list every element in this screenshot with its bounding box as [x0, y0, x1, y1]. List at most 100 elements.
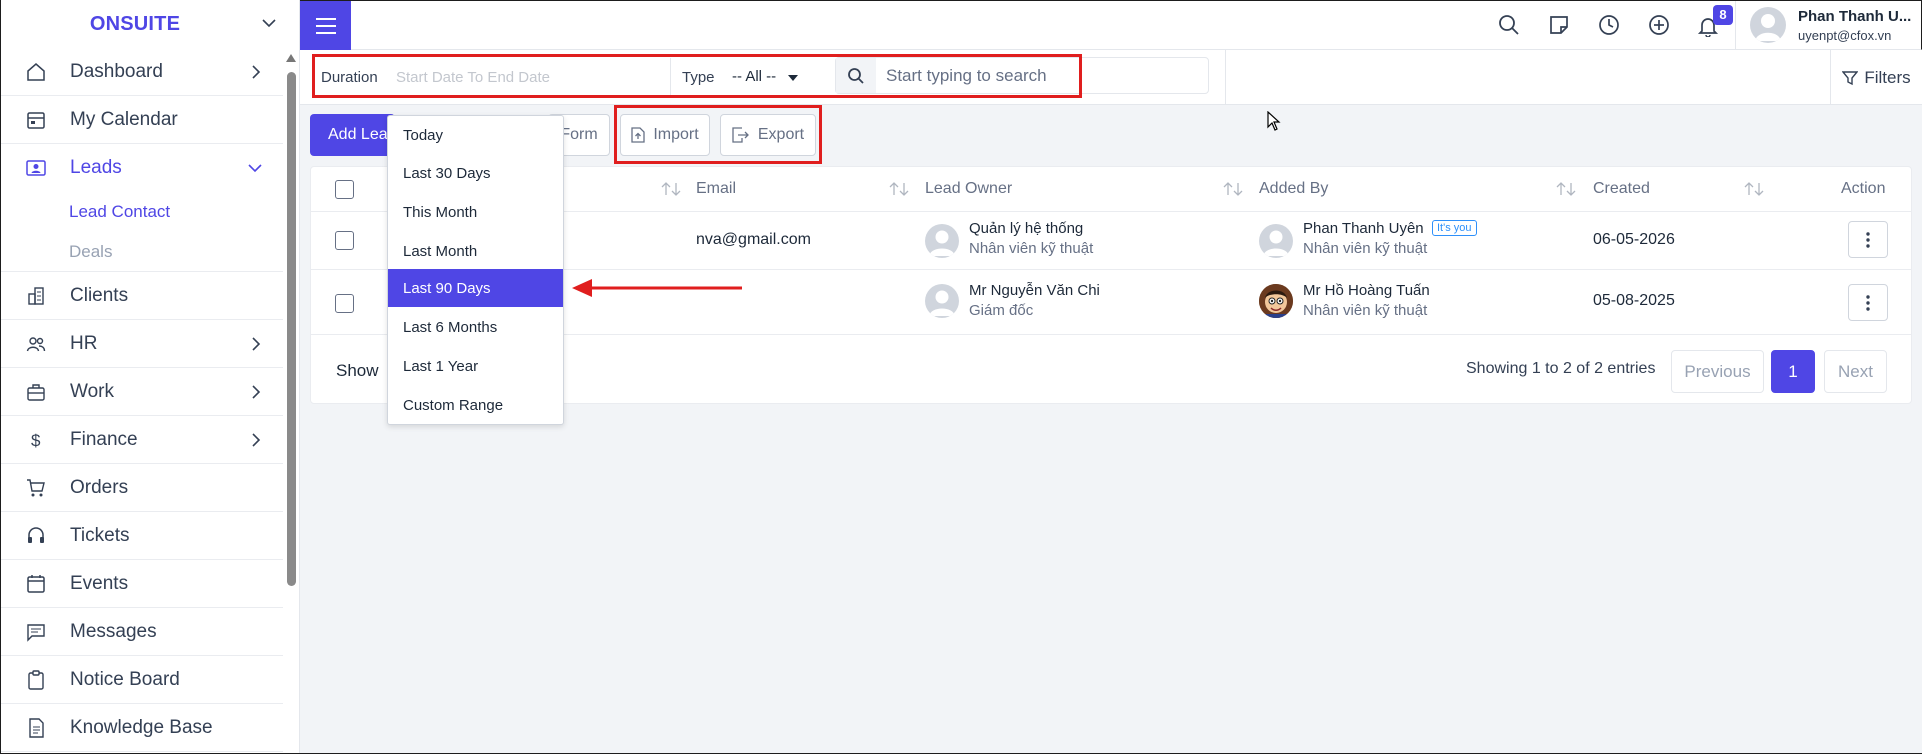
column-header-added-by[interactable]: Added By [1259, 180, 1328, 198]
sidebar-item-clients[interactable]: Clients [1, 272, 283, 320]
brand: ONSUITE [1, 0, 299, 48]
sort-icon[interactable] [1744, 182, 1764, 196]
sidebar-item-label: Knowledge Base [70, 716, 213, 738]
scrollbar-thumb[interactable] [287, 72, 296, 586]
sidebar-item-my-calendar[interactable]: My Calendar [1, 96, 283, 144]
divider [1225, 50, 1226, 105]
filter-icon [1842, 70, 1859, 85]
sort-icon[interactable] [1556, 182, 1576, 196]
message-icon [27, 623, 45, 642]
leads-icon [26, 160, 46, 176]
dropdown-option-last-6-months[interactable]: Last 6 Months [388, 308, 563, 346]
avatar [1750, 7, 1786, 43]
dropdown-option-last-30-days[interactable]: Last 30 Days [388, 154, 563, 192]
pagination-previous[interactable]: Previous [1671, 350, 1764, 393]
avatar [1259, 284, 1293, 318]
search-icon[interactable] [1498, 14, 1520, 36]
top-bar: 8 Phan Thanh U... uyenpt@cfox.vn [300, 0, 1922, 50]
sidebar-menu: Dashboard My Calendar Leads Lead Contact… [1, 48, 283, 752]
dropdown-option-last-90-days[interactable]: Last 90 Days [388, 269, 563, 307]
building-icon [28, 286, 44, 305]
sidebar-subitem-deals[interactable]: Deals [1, 232, 283, 272]
sidebar-item-orders[interactable]: Orders [1, 464, 283, 512]
lead-owner-name[interactable]: Mr Nguyễn Văn Chi [969, 282, 1100, 299]
dropdown-option-last-1-year[interactable]: Last 1 Year [388, 347, 563, 385]
headset-icon [28, 526, 44, 543]
row-action-button[interactable] [1848, 221, 1888, 258]
home-icon [27, 62, 45, 81]
sidebar-item-work[interactable]: Work [1, 368, 283, 416]
pagination-next[interactable]: Next [1824, 350, 1887, 393]
user-placeholder-icon [929, 290, 955, 316]
sidebar-item-leads[interactable]: Leads [1, 144, 283, 192]
sort-icon[interactable] [661, 182, 681, 196]
sidebar: ONSUITE Dashboard My Calendar Leads Lead… [0, 0, 300, 754]
chevron-right-icon [252, 337, 261, 351]
more-vertical-icon [1866, 294, 1870, 311]
dropdown-option-last-month[interactable]: Last Month [388, 232, 563, 270]
sidebar-item-knowledge-base[interactable]: Knowledge Base [1, 704, 283, 752]
avatar [925, 284, 959, 318]
row-checkbox[interactable] [335, 231, 354, 250]
scroll-up-arrow[interactable] [286, 54, 296, 62]
sidebar-scrollbar[interactable] [284, 52, 298, 754]
column-header-email[interactable]: Email [696, 180, 736, 198]
avatar [925, 224, 959, 258]
sticky-note-icon[interactable] [1548, 14, 1570, 36]
dropdown-option-today[interactable]: Today [388, 116, 563, 154]
user-menu[interactable]: Phan Thanh U... uyenpt@cfox.vn [1735, 1, 1922, 50]
dropdown-option-this-month[interactable]: This Month [388, 193, 563, 231]
showing-entries-text: Showing 1 to 2 of 2 entries [1466, 360, 1656, 377]
cell-created: 05-08-2025 [1593, 292, 1675, 309]
duration-dropdown: Today Last 30 Days This Month Last Month… [387, 115, 564, 425]
sort-icon[interactable] [889, 182, 909, 196]
column-header-lead-owner[interactable]: Lead Owner [925, 180, 1012, 198]
sidebar-item-tickets[interactable]: Tickets [1, 512, 283, 560]
dropdown-option-custom-range[interactable]: Custom Range [388, 386, 563, 424]
add-circle-icon[interactable] [1648, 14, 1670, 36]
lead-owner-role: Nhân viên kỹ thuật [969, 240, 1094, 257]
sidebar-item-finance[interactable]: $ Finance [1, 416, 283, 464]
row-checkbox[interactable] [335, 294, 354, 313]
document-icon [29, 717, 44, 738]
avatar [1259, 224, 1293, 258]
sidebar-item-label: Orders [70, 476, 129, 498]
cell-created: 06-05-2026 [1593, 231, 1675, 248]
sidebar-item-label: HR [70, 332, 98, 354]
sidebar-item-hr[interactable]: HR [1, 320, 283, 368]
column-header-created[interactable]: Created [1593, 180, 1650, 198]
sidebar-item-events[interactable]: Events [1, 560, 283, 608]
annotation-arrow-icon [572, 279, 742, 297]
add-lead-button[interactable]: Add Lead [310, 114, 395, 156]
pagination-page-current[interactable]: 1 [1771, 350, 1815, 393]
sidebar-item-label: Tickets [70, 524, 130, 546]
sidebar-item-notice-board[interactable]: Notice Board [1, 656, 283, 704]
sidebar-item-label: My Calendar [70, 108, 178, 130]
event-icon [27, 574, 45, 593]
its-you-badge: It's you [1432, 220, 1477, 236]
sidebar-subitem-lead-contact[interactable]: Lead Contact [1, 192, 283, 232]
calendar-icon [27, 111, 45, 129]
sort-icon[interactable] [1223, 182, 1243, 196]
brand-logo[interactable]: ONSUITE [90, 13, 180, 36]
clipboard-icon [28, 669, 44, 690]
sidebar-item-dashboard[interactable]: Dashboard [1, 48, 283, 96]
clock-icon[interactable] [1598, 14, 1620, 36]
filters-button[interactable]: Filters [1830, 50, 1922, 105]
chevron-right-icon [252, 65, 261, 79]
sidebar-item-messages[interactable]: Messages [1, 608, 283, 656]
user-placeholder-icon [1263, 230, 1289, 256]
lead-owner-name[interactable]: Quản lý hệ thống [969, 220, 1083, 237]
sidebar-item-label: Clients [70, 284, 129, 306]
menu-toggle-button[interactable] [300, 1, 351, 50]
row-action-button[interactable] [1848, 284, 1888, 321]
added-by-name[interactable]: Phan Thanh Uyên [1303, 220, 1424, 237]
chevron-down-icon[interactable] [261, 15, 277, 31]
show-entries-label: Show [336, 361, 379, 380]
add-lead-label: Add Lead [328, 126, 395, 143]
cart-icon [27, 478, 45, 496]
sidebar-item-label: Messages [70, 620, 157, 642]
added-by-name[interactable]: Mr Hồ Hoàng Tuấn [1303, 282, 1430, 299]
user-placeholder-icon [929, 230, 955, 256]
select-all-checkbox[interactable] [335, 180, 354, 199]
